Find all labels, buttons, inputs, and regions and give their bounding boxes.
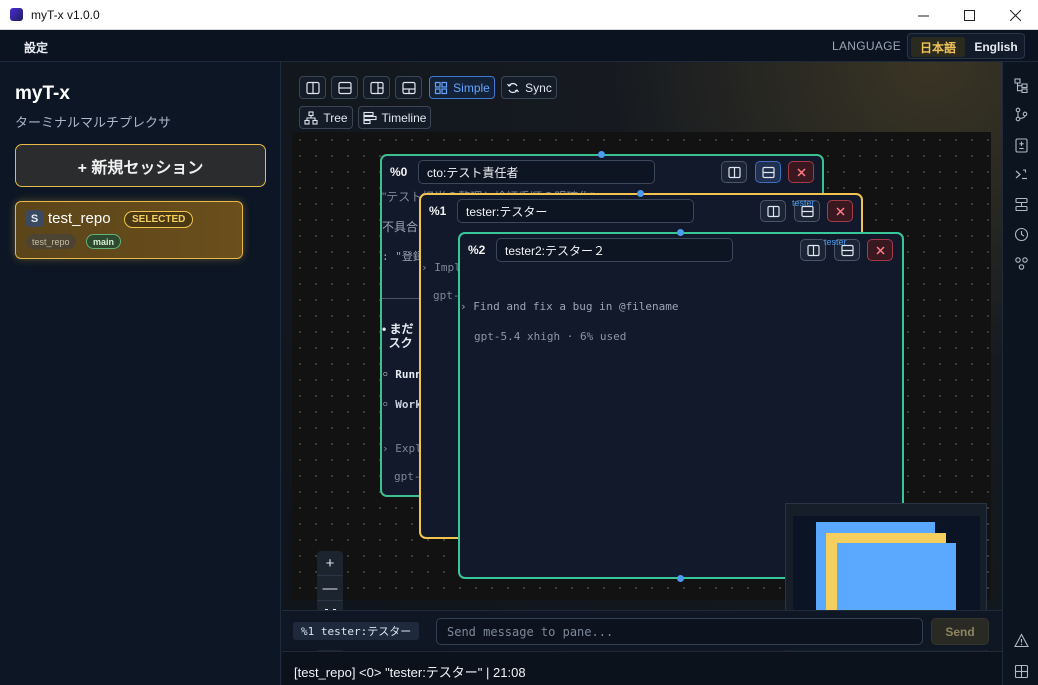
sync-label: Sync: [525, 80, 552, 95]
maximize-pane-icon[interactable]: [755, 161, 781, 183]
sync-icon: [507, 82, 520, 93]
session-badge: S: [26, 210, 43, 227]
split-pane-icon[interactable]: [721, 161, 747, 183]
simple-mode-button[interactable]: Simple: [429, 76, 495, 99]
pane-title[interactable]: cto:テスト責任者: [418, 160, 655, 184]
language-switcher: 日本語 English: [907, 33, 1025, 59]
sync-button[interactable]: Sync: [501, 76, 557, 99]
layout-bottom-icon[interactable]: [395, 76, 422, 99]
sidebar: myT-x ターミナルマルチプレクサ + 新規セッション S test_repo…: [0, 62, 281, 685]
pane-header[interactable]: %1 tester:テスター tester: [421, 195, 861, 227]
window-title: myT-x v1.0.0: [31, 8, 100, 22]
connection-handle[interactable]: [637, 190, 644, 197]
split-vertical-icon[interactable]: [299, 76, 326, 99]
zoom-in-button[interactable]: +: [317, 551, 343, 576]
split-pane-icon[interactable]: [760, 200, 786, 222]
app-subtitle: ターミナルマルチプレクサ: [15, 115, 172, 130]
connection-handle[interactable]: [677, 229, 684, 236]
session-card[interactable]: S test_repo SELECTED test_repo main: [15, 201, 243, 259]
pane-title[interactable]: tester2:テスター２: [496, 238, 733, 262]
tree-icon[interactable]: [1014, 78, 1029, 94]
menubar: 設定 LANGUAGE: [0, 30, 1038, 62]
pane-role-badge: tester: [824, 237, 847, 247]
split-horizontal-icon[interactable]: [331, 76, 358, 99]
close-pane-icon[interactable]: [867, 239, 893, 261]
history-icon[interactable]: [1014, 227, 1029, 242]
timeline-icon: [362, 111, 377, 124]
status-bar: [test_repo] <0> "tester:テスター" | 21:08: [282, 651, 1002, 685]
message-bar: %1 tester:テスター Send: [282, 610, 1002, 650]
git-branch-icon[interactable]: [1014, 107, 1029, 122]
minimize-button[interactable]: [900, 0, 946, 30]
simple-label: Simple: [453, 80, 490, 95]
tree-button[interactable]: Tree: [299, 106, 353, 129]
zoom-out-button[interactable]: —: [317, 576, 343, 601]
pane-title[interactable]: tester:テスター: [457, 199, 694, 223]
session-name: test_repo: [48, 210, 111, 227]
send-button[interactable]: Send: [931, 618, 989, 645]
right-rail: [1002, 62, 1038, 685]
pane-id: %2: [468, 243, 486, 257]
maximize-button[interactable]: [946, 0, 992, 30]
grid-icon[interactable]: [1014, 664, 1029, 679]
close-pane-icon[interactable]: [827, 200, 853, 222]
tree-label: Tree: [323, 110, 348, 125]
layout-left-icon[interactable]: [363, 76, 390, 99]
pane-id: %1: [429, 204, 447, 218]
new-session-button[interactable]: + 新規セッション: [15, 144, 266, 187]
pane-header[interactable]: %2 tester2:テスター２ tester: [460, 234, 902, 266]
pane-canvas[interactable]: %0 cto:テスト責任者 "テスト担当の整理と検証手順の明確化" 不具合 : …: [292, 132, 991, 654]
pane-id: %0: [390, 165, 408, 179]
status-text: [test_repo] <0> "tester:テスター" | 21:08: [294, 665, 526, 680]
diff-icon[interactable]: [1014, 138, 1029, 153]
settings-menu[interactable]: 設定: [24, 39, 48, 56]
language-ja-button[interactable]: 日本語: [911, 37, 965, 57]
window-titlebar: myT-x v1.0.0: [0, 0, 1038, 30]
team-icon[interactable]: [1014, 256, 1029, 271]
app-icon: [10, 8, 23, 21]
language-label: LANGUAGE: [832, 39, 902, 53]
selected-badge: SELECTED: [124, 211, 194, 228]
pane-header[interactable]: %0 cto:テスト責任者: [382, 156, 822, 188]
close-button[interactable]: [992, 0, 1038, 30]
timeline-button[interactable]: Timeline: [358, 106, 431, 129]
timeline-label: Timeline: [381, 110, 427, 125]
main-area: Simple Sync Tree Timeline %0 cto:テスト責任者: [282, 62, 1002, 685]
connection-handle[interactable]: [677, 575, 684, 582]
language-en-button[interactable]: English: [969, 37, 1023, 57]
split-pane-icon[interactable]: [800, 239, 826, 261]
layout-icon[interactable]: [1014, 197, 1029, 212]
terminal-icon[interactable]: [1014, 167, 1029, 182]
app-brand: myT-x: [15, 83, 70, 104]
close-pane-icon[interactable]: [788, 161, 814, 183]
tree-icon: [304, 110, 318, 125]
warning-icon[interactable]: [1014, 633, 1029, 648]
connection-handle[interactable]: [598, 151, 605, 158]
branch-tag: main: [86, 234, 122, 249]
repo-tag: test_repo: [26, 234, 76, 249]
target-pane-chip[interactable]: %1 tester:テスター: [293, 622, 420, 640]
grid-icon: [435, 81, 448, 94]
message-input[interactable]: [436, 618, 923, 645]
pane-role-badge: tester: [792, 198, 815, 208]
